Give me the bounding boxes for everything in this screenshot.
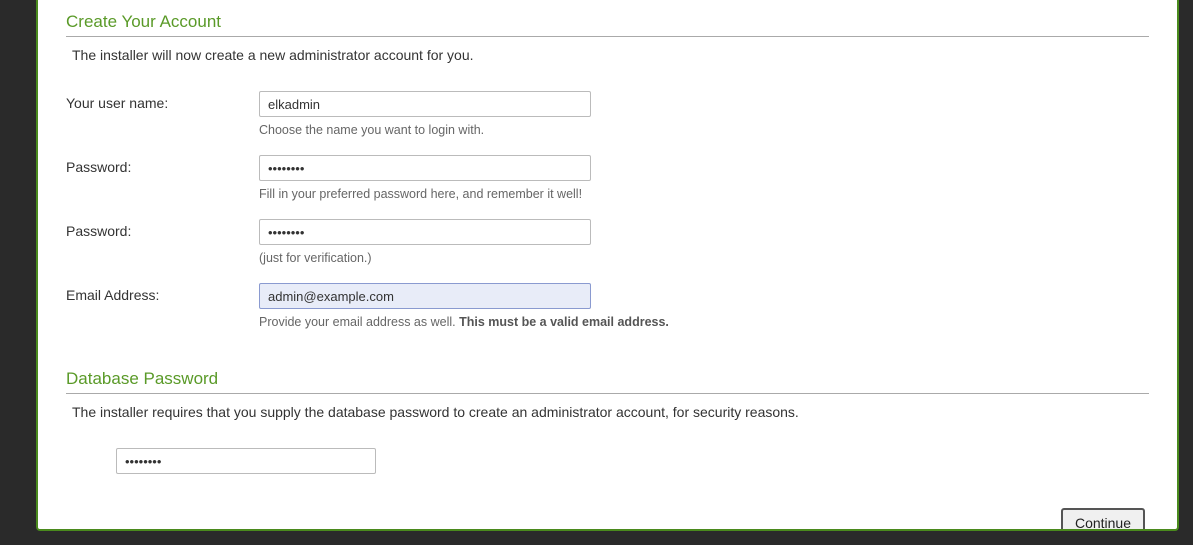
username-label: Your user name: [66, 91, 259, 111]
password-verify-input[interactable] [259, 219, 591, 245]
password-field-wrap: Fill in your preferred password here, an… [259, 155, 591, 201]
password-verify-hint: (just for verification.) [259, 251, 591, 265]
installer-panel: Create Your Account The installer will n… [36, 0, 1179, 531]
password-verify-field-wrap: (just for verification.) [259, 219, 591, 265]
password-verify-row: Password: (just for verification.) [66, 219, 1149, 265]
password-label: Password: [66, 155, 259, 175]
password-verify-label: Password: [66, 219, 259, 239]
database-password-input[interactable] [116, 448, 376, 474]
divider [66, 393, 1149, 394]
divider [66, 36, 1149, 37]
email-field-wrap: Provide your email address as well. This… [259, 283, 669, 329]
continue-button[interactable]: Continue [1061, 508, 1145, 531]
email-hint-strong: This must be a valid email address. [459, 315, 669, 329]
create-account-title: Create Your Account [66, 12, 1149, 32]
create-account-description: The installer will now create a new admi… [72, 47, 1149, 63]
button-row: Continue [66, 508, 1149, 531]
database-password-section: Database Password The installer requires… [66, 369, 1149, 474]
email-hint: Provide your email address as well. This… [259, 315, 669, 329]
email-row: Email Address: Provide your email addres… [66, 283, 1149, 329]
username-field-wrap: Choose the name you want to login with. [259, 91, 591, 137]
database-password-field-wrap [116, 448, 1149, 474]
username-input[interactable] [259, 91, 591, 117]
email-hint-prefix: Provide your email address as well. [259, 315, 459, 329]
email-input[interactable] [259, 283, 591, 309]
password-input[interactable] [259, 155, 591, 181]
email-label: Email Address: [66, 283, 259, 303]
password-hint: Fill in your preferred password here, an… [259, 187, 591, 201]
database-password-title: Database Password [66, 369, 1149, 389]
username-hint: Choose the name you want to login with. [259, 123, 591, 137]
database-password-description: The installer requires that you supply t… [72, 404, 1149, 420]
username-row: Your user name: Choose the name you want… [66, 91, 1149, 137]
password-row: Password: Fill in your preferred passwor… [66, 155, 1149, 201]
